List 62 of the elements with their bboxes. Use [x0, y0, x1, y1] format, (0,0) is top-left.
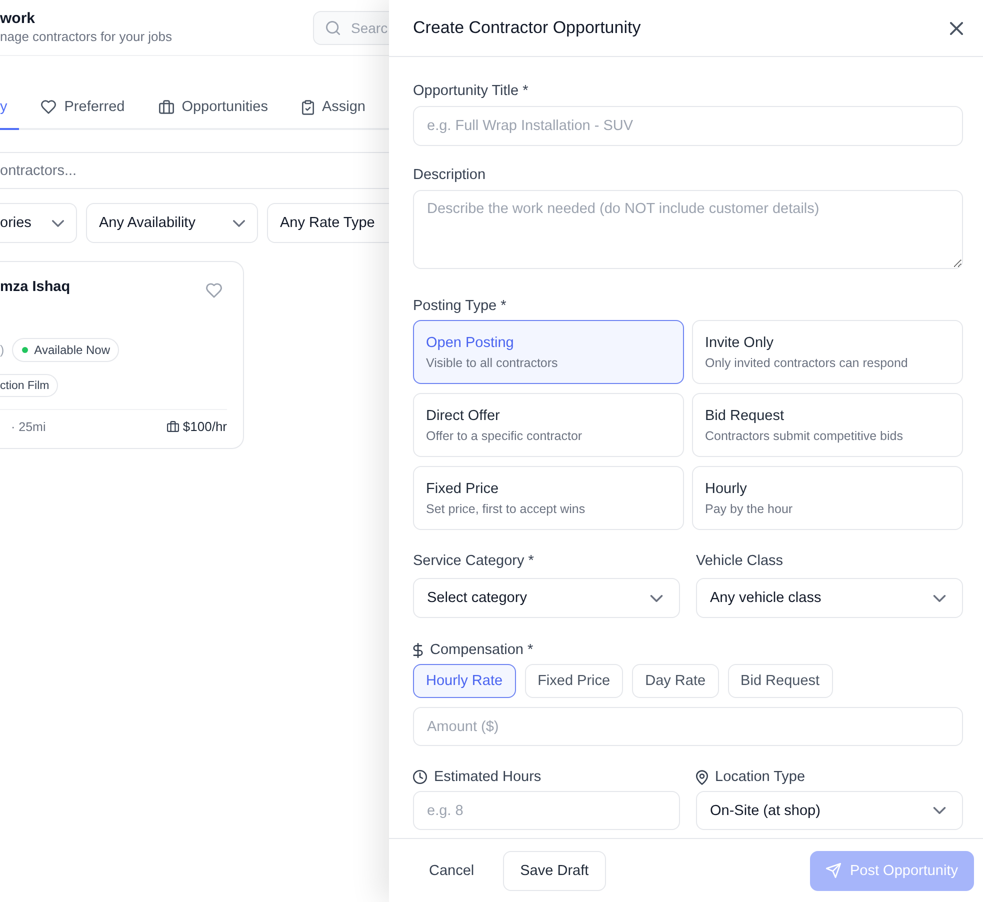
tab[interactable]: Preferred	[29, 86, 137, 130]
clipboard-check-icon	[302, 100, 314, 114]
compensation-option[interactable]: Hourly Rate	[413, 664, 516, 698]
field-label: Service Category *	[413, 552, 535, 571]
dropdown-select[interactable]: Any vehicle class	[696, 578, 963, 618]
posting-type-option[interactable]: Direct Offer Offer to a specific contractor	[413, 393, 684, 457]
compensation-option[interactable]: Fixed Price	[524, 664, 624, 698]
page-subtitle: nage contractors for your jobs	[0, 28, 172, 46]
briefcase-icon	[158, 100, 174, 114]
compensation-option[interactable]: Bid Request	[728, 664, 833, 698]
distance-text: · 25mi	[11, 420, 46, 434]
contractor-name: mza Ishaq	[0, 279, 70, 295]
chevron-down-icon	[933, 594, 946, 602]
filter-dropdown[interactable]: Any Rate Type	[267, 203, 389, 243]
clock-icon	[413, 770, 427, 784]
availability-text: Available Now	[34, 343, 110, 357]
dropdown-select[interactable]: Select category	[413, 578, 680, 618]
cancel-button[interactable]: Cancel	[413, 850, 490, 890]
chevron-down-icon	[650, 594, 663, 602]
field-label: Opportunity Title *	[413, 82, 530, 101]
chevron-down-icon	[933, 807, 946, 814]
close-icon	[950, 22, 963, 34]
tab[interactable]: y	[0, 86, 20, 130]
field-label: Posting Type *	[413, 297, 508, 316]
field-label: Compensation *	[430, 641, 534, 660]
send-icon	[826, 863, 841, 878]
filter-dropdown[interactable]: ories	[0, 203, 77, 243]
search-field[interactable]: Searc	[313, 10, 389, 44]
search-icon	[326, 20, 340, 34]
title-input[interactable]: e.g. Full Wrap Installation - SUV	[413, 106, 963, 146]
posting-type-option[interactable]: Fixed Price Set price, first to accept wins	[413, 466, 684, 530]
dropdown-select[interactable]: On-Site (at shop)	[696, 791, 963, 830]
compensation-option[interactable]: Day Rate	[632, 664, 719, 698]
filter-dropdown[interactable]: Any Availability	[86, 203, 258, 243]
posting-type-option[interactable]: Open Posting Visible to all contractors	[413, 320, 684, 384]
field-label: Estimated Hours	[434, 768, 542, 787]
contractor-search-field[interactable]: ontractors...	[0, 152, 389, 189]
posting-type-option[interactable]: Hourly Pay by the hour	[692, 466, 963, 530]
hours-input[interactable]: e.g. 8	[413, 791, 680, 830]
posting-type-option[interactable]: Bid Request Contractors submit competitive bids	[692, 393, 963, 457]
field-label: Description	[413, 166, 487, 185]
tab[interactable]: Opportunities	[146, 86, 280, 130]
map-pin-icon	[696, 770, 708, 784]
chevron-down-icon	[233, 220, 245, 226]
rate-text: $100/hr	[182, 419, 227, 434]
posting-type-option[interactable]: Invite Only Only invited contractors can respond	[692, 320, 963, 384]
dollar-icon	[413, 642, 423, 658]
field-label: Location Type	[715, 768, 806, 787]
description-textarea[interactable]: Describe the work needed (do NOT include customer details)	[413, 190, 963, 269]
field-label: Vehicle Class	[696, 552, 784, 571]
text-fragment: )	[0, 343, 4, 357]
panel-title: Create Contractor Opportunity	[413, 18, 641, 38]
save-draft-button[interactable]: Save Draft	[503, 850, 606, 890]
amount-input[interactable]: Amount ($)	[413, 707, 963, 746]
tab[interactable]: Assign	[290, 86, 378, 130]
heart-icon	[41, 100, 56, 114]
status-dot-icon	[22, 347, 28, 353]
briefcase-icon	[166, 421, 179, 432]
page-title: work	[0, 9, 36, 28]
chevron-down-icon	[52, 220, 64, 226]
service-tag: ction Film	[0, 374, 58, 397]
contractor-card[interactable]: mza Ishaq ) Available Now ction Film · 25mi $100/hr	[0, 261, 244, 449]
